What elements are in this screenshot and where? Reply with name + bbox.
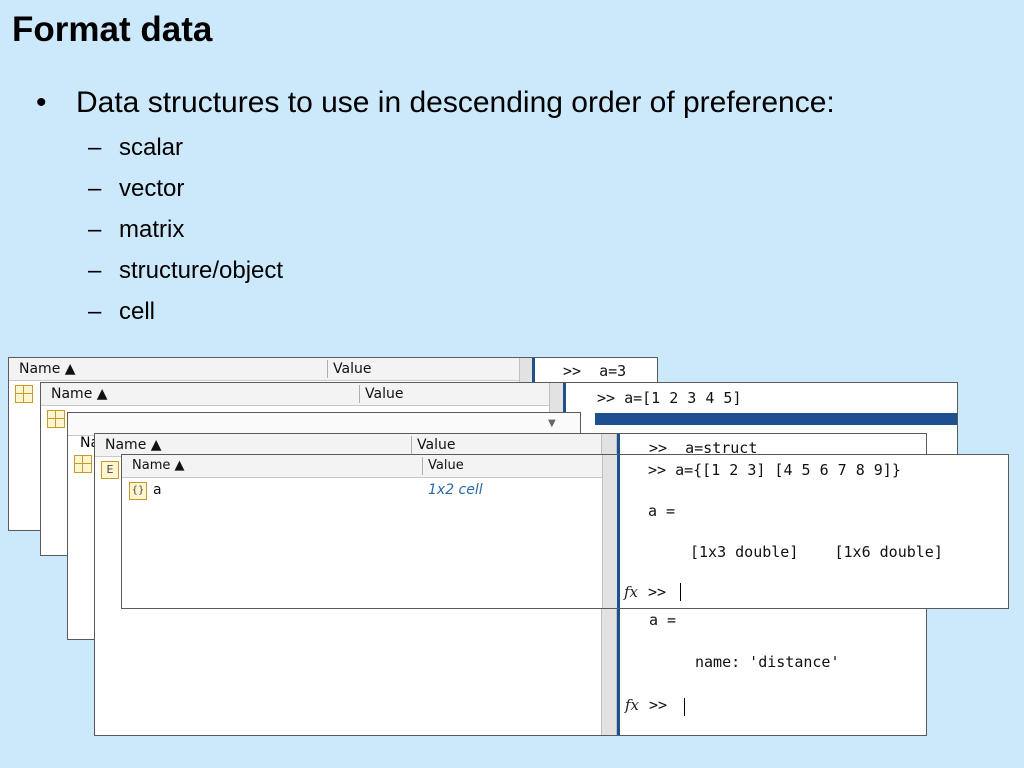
cell-icon: {} — [129, 482, 147, 500]
slide-title: Format data — [12, 10, 213, 49]
dash-marker: – — [88, 257, 102, 284]
fx-icon[interactable]: fx — [624, 583, 638, 601]
dash-marker: – — [88, 175, 102, 202]
struct-icon: E — [101, 461, 119, 479]
fx-icon[interactable]: fx — [625, 696, 639, 714]
title-bar-strip — [595, 413, 957, 425]
grid-icon — [47, 410, 65, 428]
name-column-header[interactable]: Name ▲ — [19, 361, 76, 377]
sub-item: – matrix — [88, 214, 283, 255]
name-column-header[interactable]: Name ▲ — [105, 437, 162, 453]
value-column-header[interactable]: Value — [333, 361, 371, 377]
workspace-header: Name ▲ Value — [41, 383, 549, 406]
sub-bullet-list: – scalar – vector – matrix – structure/objec… — [88, 132, 283, 337]
sub-item: – scalar — [88, 132, 283, 173]
text-cursor — [684, 698, 685, 716]
vertical-scrollbar[interactable] — [602, 455, 618, 608]
main-bullet-text: Data structures to use in descending ord… — [76, 86, 835, 119]
sub-item: – vector — [88, 173, 283, 214]
command-prompt[interactable]: >> — [649, 696, 667, 714]
dash-marker: – — [88, 134, 102, 161]
text-cursor — [680, 583, 681, 601]
command-cell: >> a={[1 2 3] [4 5 6 7 8 9]} — [648, 461, 901, 479]
matlab-window-cell: Name ▲ Value {} a 1x2 cell >> a={[1 2 3]… — [121, 454, 1009, 609]
value-column-header[interactable]: Value — [365, 386, 403, 402]
main-bullet: • Data structures to use in descending or… — [36, 86, 835, 120]
bullet-marker: • — [36, 86, 47, 119]
command-vector: >> a=[1 2 3 4 5] — [597, 389, 742, 407]
name-column-header[interactable]: Name ▲ — [51, 386, 108, 402]
grid-icon — [15, 385, 33, 403]
name-column-header[interactable]: Name ▲ — [132, 458, 184, 473]
dash-marker: – — [88, 298, 102, 325]
variable-row[interactable]: {} a 1x2 cell — [122, 481, 602, 501]
sort-arrow-icon[interactable]: ▼ — [548, 418, 556, 429]
command-scalar: >> a=3 — [563, 362, 627, 380]
output-cell-value: [1x3 double] [1x6 double] — [690, 543, 943, 561]
workspace-header: Name ▲ Value — [122, 455, 602, 478]
value-column-header[interactable]: Value — [417, 437, 455, 453]
divider-line — [617, 455, 620, 608]
sub-item: – cell — [88, 296, 283, 337]
dash-marker: – — [88, 216, 102, 243]
command-prompt[interactable]: >> — [648, 583, 666, 601]
output-a-label: a = — [649, 611, 677, 629]
output-a-label: a = — [648, 502, 676, 520]
grid-icon — [74, 455, 92, 473]
value-column-header[interactable]: Value — [428, 458, 464, 473]
workspace-header: Name ▲ Value — [9, 358, 519, 381]
output-struct-field: name: 'distance' — [695, 653, 840, 671]
variable-name: a — [153, 482, 162, 498]
sub-item: – structure/object — [88, 255, 283, 296]
variable-value: 1x2 cell — [428, 482, 483, 498]
